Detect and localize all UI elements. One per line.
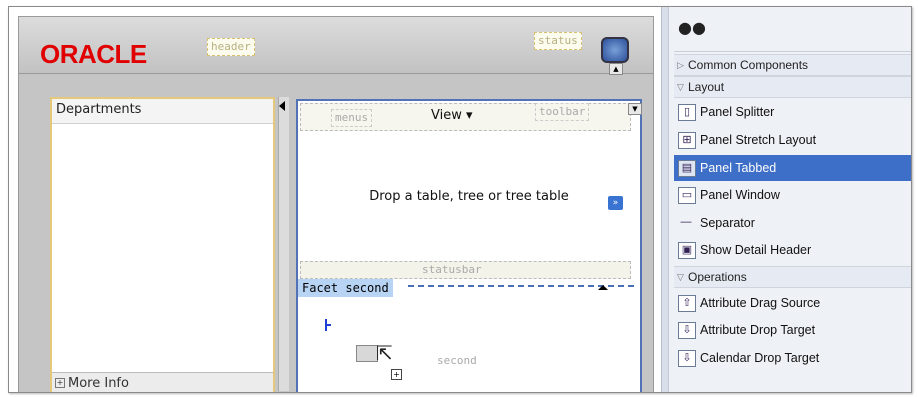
palette-item-label: Panel Splitter xyxy=(700,105,775,119)
header-facet-tag: header xyxy=(207,38,255,56)
center-panel[interactable]: menus View ▾ toolbar ▼ Drop a table, tre… xyxy=(296,99,642,392)
insertion-cursor-icon xyxy=(325,319,331,331)
dragged-component-icon xyxy=(356,345,378,362)
palette-splitter[interactable] xyxy=(662,7,669,392)
expand-plus-icon[interactable]: + xyxy=(55,378,65,388)
collapse-left-icon[interactable] xyxy=(279,101,285,111)
more-info-label: More Info xyxy=(68,376,129,391)
facet-second-label: Facet second xyxy=(298,279,393,297)
departments-panel[interactable]: Departments + More Info xyxy=(50,97,275,392)
attribute-drag-source-icon: ⇧ xyxy=(678,295,696,312)
drop-target-hint: Drop a table, tree or tree table xyxy=(369,189,569,204)
palette-item-panel-splitter[interactable]: ▯ Panel Splitter xyxy=(674,99,911,125)
show-detail-header-icon: ▣ xyxy=(678,242,696,259)
separator-icon: — xyxy=(680,216,692,228)
facet-second-bar[interactable]: Facet second xyxy=(298,279,640,297)
departments-title: Departments xyxy=(52,99,273,124)
palette-item-calendar-drop-target[interactable]: ⇩ Calendar Drop Target xyxy=(674,345,911,371)
palette-item-show-detail-header[interactable]: ▣ Show Detail Header xyxy=(674,237,911,263)
panel-splitter-icon: ▯ xyxy=(678,104,696,121)
chevron-down-icon: ▽ xyxy=(677,272,684,282)
palette-item-label: Show Detail Header xyxy=(700,243,812,257)
section-label: Common Components xyxy=(688,58,809,72)
toolbar-facet: menus View ▾ toolbar xyxy=(300,103,631,131)
expand-right-icon[interactable]: » xyxy=(608,196,623,210)
panel-menu-icon[interactable]: ▼ xyxy=(628,103,642,115)
calendar-drop-target-icon: ⇩ xyxy=(678,350,696,367)
palette-item-label: Calendar Drop Target xyxy=(700,351,820,365)
status-indicator-icon xyxy=(601,37,629,63)
panel-stretch-layout-icon: ⊞ xyxy=(678,132,696,149)
drag-copy-plus-icon: + xyxy=(391,369,402,380)
collapse-up-icon[interactable] xyxy=(598,285,608,290)
palette-item-label: Attribute Drop Target xyxy=(700,323,816,337)
palette-item-label: Panel Stretch Layout xyxy=(700,133,817,147)
view-menu-button[interactable]: View ▾ xyxy=(431,108,473,123)
collapse-up-icon[interactable]: ▲ xyxy=(609,63,623,75)
panel-window-icon: ▭ xyxy=(678,187,696,204)
arrow-cursor-icon: ⇱ xyxy=(376,341,393,365)
panel-tabbed-icon: ▤ xyxy=(678,160,696,177)
screenshot-frame: ORACLE header status ▲ Departments + Mor… xyxy=(8,6,912,393)
menus-facet-tag: menus xyxy=(331,109,373,127)
chevron-down-icon: ▽ xyxy=(677,82,684,92)
palette-item-panel-window[interactable]: ▭ Panel Window xyxy=(674,182,911,208)
statusbar-facet: statusbar xyxy=(300,261,631,279)
palette-divider xyxy=(674,51,911,52)
component-palette[interactable]: ●● ▷ Common Components ▽ Layout ▯ Panel … xyxy=(661,7,911,392)
palette-item-attribute-drag-source[interactable]: ⇧ Attribute Drag Source xyxy=(674,290,911,316)
attribute-drop-target-icon: ⇩ xyxy=(678,322,696,339)
palette-item-label: Attribute Drag Source xyxy=(700,296,821,310)
palette-item-attribute-drop-target[interactable]: ⇩ Attribute Drop Target xyxy=(674,317,911,343)
page-design-canvas[interactable]: ORACLE header status ▲ Departments + Mor… xyxy=(18,16,654,392)
status-facet-tag: status xyxy=(534,32,582,50)
binoculars-search-icon[interactable]: ●● xyxy=(678,18,706,37)
chevron-right-icon: ▷ xyxy=(677,60,684,70)
second-facet-tag: second xyxy=(437,354,477,367)
palette-item-label: Panel Tabbed xyxy=(700,161,777,175)
palette-item-panel-stretch-layout[interactable]: ⊞ Panel Stretch Layout xyxy=(674,127,911,153)
palette-item-label: Separator xyxy=(700,216,755,230)
section-common-components[interactable]: ▷ Common Components xyxy=(674,54,911,76)
section-layout[interactable]: ▽ Layout xyxy=(674,76,911,98)
section-label: Layout xyxy=(688,80,725,94)
section-label: Operations xyxy=(688,270,747,284)
statusbar-facet-tag: statusbar xyxy=(422,263,482,276)
oracle-logo: ORACLE xyxy=(40,39,147,69)
section-operations[interactable]: ▽ Operations xyxy=(674,266,911,288)
toolbar-facet-tag: toolbar xyxy=(535,103,590,121)
palette-item-panel-tabbed[interactable]: ▤ Panel Tabbed xyxy=(674,155,911,181)
palette-item-label: Panel Window xyxy=(700,188,780,202)
more-info-header[interactable]: + More Info xyxy=(52,372,273,392)
panel-splitter-bar[interactable] xyxy=(278,97,289,391)
header-region: ORACLE header status ▲ xyxy=(19,17,653,75)
palette-item-separator[interactable]: — Separator xyxy=(674,210,911,236)
